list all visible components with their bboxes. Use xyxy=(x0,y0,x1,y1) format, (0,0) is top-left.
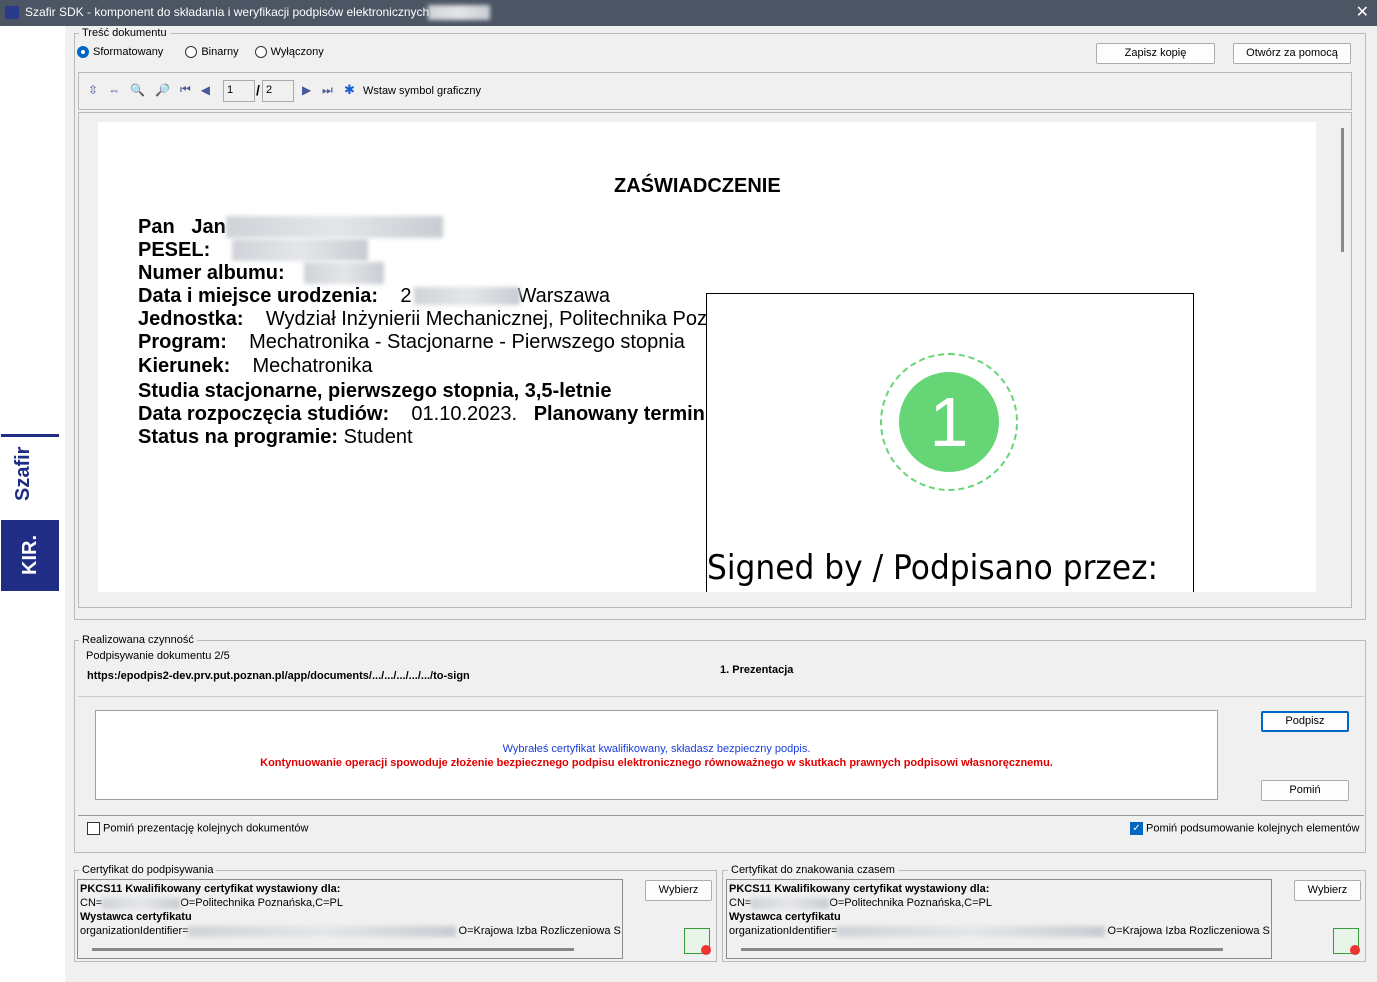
next-page-icon[interactable]: ▶ xyxy=(302,83,311,97)
certificate-icon xyxy=(684,928,710,954)
status-text: Podpisywanie dokumentu 2/5 xyxy=(86,650,230,662)
page-input[interactable]: 1 xyxy=(223,80,255,102)
document-group-label: Treść dokumentu xyxy=(79,27,170,39)
insert-symbol-button[interactable]: Wstaw symbol graficzny xyxy=(363,85,481,97)
info-message: Wybrałeś certyfikat kwalifikowany, skład… xyxy=(96,743,1217,755)
last-page-icon[interactable]: ⏭ xyxy=(322,83,333,98)
prev-page-icon[interactable]: ◀ xyxy=(201,83,210,97)
signature-field: 1 Signed by / Podpisano przez: xyxy=(706,293,1194,592)
page-separator: / xyxy=(256,82,260,98)
radio-formatted[interactable]: Sformatowany xyxy=(77,46,163,58)
certificate-icon xyxy=(1333,928,1359,954)
title-bar: Szafir SDK - komponent do składania i we… xyxy=(0,0,1377,26)
fit-height-icon[interactable]: ⇳ xyxy=(88,83,98,97)
save-copy-button[interactable]: Zapisz kopię xyxy=(1096,43,1215,64)
redacted xyxy=(428,5,490,20)
cert-sign-label: Certyfikat do podpisywania xyxy=(79,864,216,876)
viewer-scrollbar[interactable] xyxy=(1341,128,1344,252)
fit-width-icon[interactable]: ⇔ xyxy=(108,83,120,97)
window-title: Szafir SDK - komponent do składania i we… xyxy=(25,5,429,19)
step-label: 1. Prezentacja xyxy=(720,664,793,676)
cert-time-info: PKCS11 Kwalifikowany certyfikat wystawio… xyxy=(726,879,1272,959)
close-icon[interactable]: ✕ xyxy=(1356,2,1369,22)
skip-presentation-checkbox[interactable]: Pomiń prezentację kolejnych dokumentów xyxy=(87,822,308,835)
document-title: ZAŚWIADCZENIE xyxy=(614,175,781,198)
choose-sign-cert-button[interactable]: Wybierz xyxy=(645,880,712,901)
open-with-button[interactable]: Otwórz za pomocą xyxy=(1233,43,1351,64)
message-box: Wybrałeś certyfikat kwalifikowany, skład… xyxy=(95,710,1218,800)
signed-by-label: Signed by / Podpisano przez: xyxy=(707,548,1158,588)
first-page-icon[interactable]: ⏮ xyxy=(180,82,191,97)
zoom-out-icon[interactable]: 🔍 xyxy=(130,83,145,97)
skip-summary-checkbox[interactable]: ✓Pomiń podsumowanie kolejnych elementów xyxy=(1130,822,1359,835)
document-page: ZAŚWIADCZENIE Pan Jan PESEL: Numer album… xyxy=(98,122,1316,592)
action-group-label: Realizowana czynność xyxy=(79,634,197,646)
radio-binary[interactable]: Binarny xyxy=(185,46,238,58)
page-total: 2 xyxy=(262,80,294,102)
radio-disabled[interactable]: Wyłączony xyxy=(255,46,324,58)
sign-button[interactable]: Podpisz xyxy=(1261,711,1349,732)
zoom-in-icon[interactable]: 🔎 xyxy=(155,83,170,97)
document-url: https:/epodpis2-dev.prv.put.poznan.pl/ap… xyxy=(87,670,470,682)
brand-szafir: Szafir xyxy=(3,461,73,501)
cert-sign-info: PKCS11 Kwalifikowany certyfikat wystawio… xyxy=(77,879,623,959)
insert-symbol-icon[interactable]: ✱ xyxy=(344,82,355,98)
cert-time-label: Certyfikat do znakowania czasem xyxy=(728,864,898,876)
sidebar-branding: Szafir KIR. xyxy=(0,26,65,982)
app-logo-icon xyxy=(5,6,19,19)
warning-message: Kontynuowanie operacji spowoduje złożeni… xyxy=(96,757,1217,769)
choose-time-cert-button[interactable]: Wybierz xyxy=(1294,880,1361,901)
signature-badge: 1 xyxy=(880,353,1018,491)
skip-button[interactable]: Pomiń xyxy=(1261,780,1349,801)
kir-logo: KIR. xyxy=(1,520,59,591)
brand-line xyxy=(1,434,59,437)
